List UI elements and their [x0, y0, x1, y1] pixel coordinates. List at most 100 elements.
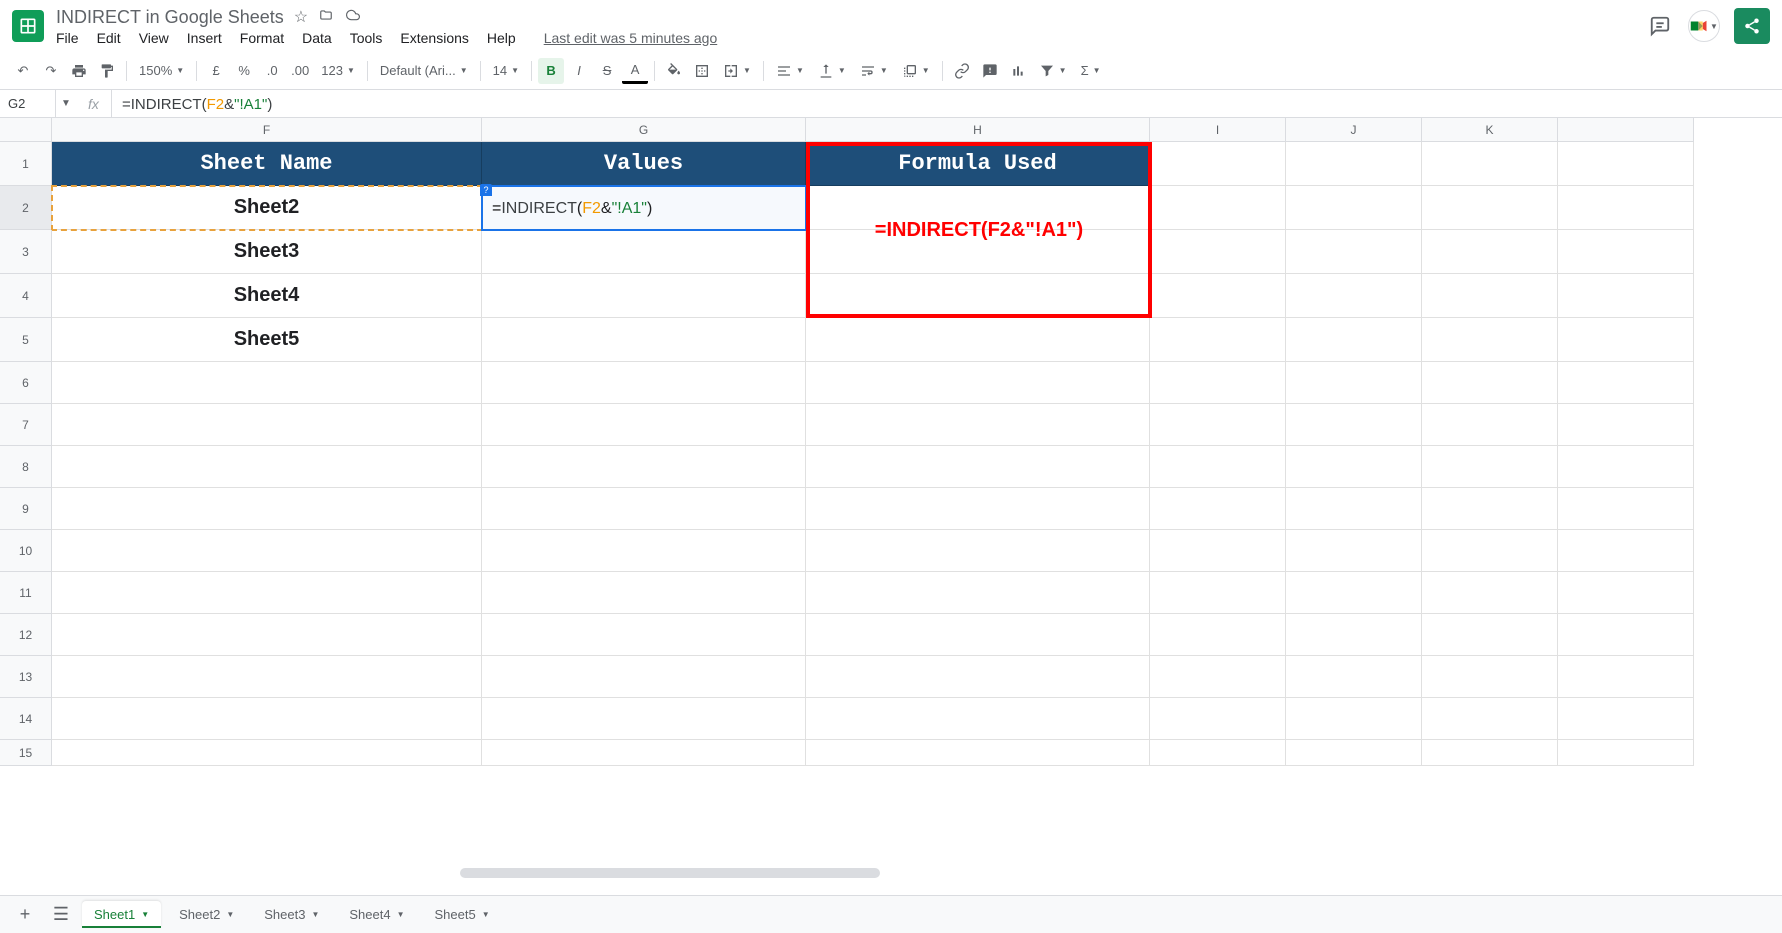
col-header-F[interactable]: F: [52, 118, 482, 142]
text-wrap-button[interactable]: ▼: [854, 58, 894, 84]
cell-H3[interactable]: [806, 230, 1150, 274]
number-format-dropdown[interactable]: 123▼: [315, 58, 361, 84]
row-header-13[interactable]: 13: [0, 656, 52, 698]
menu-view[interactable]: View: [139, 30, 169, 46]
merge-cells-button[interactable]: ▼: [717, 58, 757, 84]
cell-I13[interactable]: [1150, 656, 1286, 698]
cell-I6[interactable]: [1150, 362, 1286, 404]
cell-H2[interactable]: [806, 186, 1150, 230]
cell-F3[interactable]: Sheet3: [52, 230, 482, 274]
cell-G15[interactable]: [482, 740, 806, 766]
cell-H1[interactable]: Formula Used: [806, 142, 1150, 186]
cell-H14[interactable]: [806, 698, 1150, 740]
cell-H13[interactable]: [806, 656, 1150, 698]
col-header-blank[interactable]: [1558, 118, 1694, 142]
add-sheet-button[interactable]: +: [10, 900, 40, 930]
doc-title[interactable]: INDIRECT in Google Sheets: [56, 7, 284, 28]
cell-J1[interactable]: [1286, 142, 1422, 186]
row-header-6[interactable]: 6: [0, 362, 52, 404]
cell-H4[interactable]: [806, 274, 1150, 318]
cell-J2[interactable]: [1286, 186, 1422, 230]
cell-F12[interactable]: [52, 614, 482, 656]
cell-H5[interactable]: [806, 318, 1150, 362]
cell-G11[interactable]: [482, 572, 806, 614]
cell-L7[interactable]: [1558, 404, 1694, 446]
font-dropdown[interactable]: Default (Ari...▼: [374, 58, 474, 84]
row-header-15[interactable]: 15: [0, 740, 52, 766]
star-icon[interactable]: ☆: [294, 7, 308, 27]
cell-J13[interactable]: [1286, 656, 1422, 698]
menu-tools[interactable]: Tools: [350, 30, 383, 46]
cell-H8[interactable]: [806, 446, 1150, 488]
menu-extensions[interactable]: Extensions: [400, 30, 468, 46]
cell-F8[interactable]: [52, 446, 482, 488]
cell-I8[interactable]: [1150, 446, 1286, 488]
sheet-tab-3[interactable]: Sheet3▼: [252, 901, 331, 928]
row-header-7[interactable]: 7: [0, 404, 52, 446]
cell-J8[interactable]: [1286, 446, 1422, 488]
cell-L4[interactable]: [1558, 274, 1694, 318]
percent-button[interactable]: %: [231, 58, 257, 84]
cell-G5[interactable]: [482, 318, 806, 362]
cell-F11[interactable]: [52, 572, 482, 614]
cell-I1[interactable]: [1150, 142, 1286, 186]
sheet-tab-5[interactable]: Sheet5▼: [423, 901, 502, 928]
row-header-4[interactable]: 4: [0, 274, 52, 318]
insert-chart-button[interactable]: [1005, 58, 1031, 84]
filter-button[interactable]: ▼: [1033, 58, 1073, 84]
increase-decimal-button[interactable]: .00: [287, 58, 313, 84]
cell-K10[interactable]: [1422, 530, 1558, 572]
cell-L2[interactable]: [1558, 186, 1694, 230]
sheet-tab-4[interactable]: Sheet4▼: [337, 901, 416, 928]
strikethrough-button[interactable]: S: [594, 58, 620, 84]
cell-H11[interactable]: [806, 572, 1150, 614]
cell-G6[interactable]: [482, 362, 806, 404]
row-header-3[interactable]: 3: [0, 230, 52, 274]
cell-G12[interactable]: [482, 614, 806, 656]
cell-J5[interactable]: [1286, 318, 1422, 362]
cell-G3[interactable]: [482, 230, 806, 274]
share-button[interactable]: [1734, 8, 1770, 44]
horizontal-scrollbar[interactable]: [460, 868, 880, 878]
spreadsheet-grid[interactable]: F G H I J K 1 Sheet Name Values Formula …: [0, 118, 1782, 918]
cell-L10[interactable]: [1558, 530, 1694, 572]
row-header-9[interactable]: 9: [0, 488, 52, 530]
menu-help[interactable]: Help: [487, 30, 516, 46]
cell-L3[interactable]: [1558, 230, 1694, 274]
cell-G4[interactable]: [482, 274, 806, 318]
cell-I3[interactable]: [1150, 230, 1286, 274]
cell-J6[interactable]: [1286, 362, 1422, 404]
cell-J14[interactable]: [1286, 698, 1422, 740]
comment-history-icon[interactable]: [1646, 12, 1674, 40]
cell-H6[interactable]: [806, 362, 1150, 404]
row-header-11[interactable]: 11: [0, 572, 52, 614]
cell-H7[interactable]: [806, 404, 1150, 446]
cell-G8[interactable]: [482, 446, 806, 488]
row-header-5[interactable]: 5: [0, 318, 52, 362]
select-all-corner[interactable]: [0, 118, 52, 142]
cell-I11[interactable]: [1150, 572, 1286, 614]
cell-K15[interactable]: [1422, 740, 1558, 766]
formula-help-icon[interactable]: ?: [480, 184, 492, 196]
vertical-align-button[interactable]: ▼: [812, 58, 852, 84]
row-header-12[interactable]: 12: [0, 614, 52, 656]
cell-L5[interactable]: [1558, 318, 1694, 362]
cell-F9[interactable]: [52, 488, 482, 530]
col-header-H[interactable]: H: [806, 118, 1150, 142]
insert-comment-button[interactable]: [977, 58, 1003, 84]
cell-J10[interactable]: [1286, 530, 1422, 572]
cell-F6[interactable]: [52, 362, 482, 404]
cell-I14[interactable]: [1150, 698, 1286, 740]
zoom-dropdown[interactable]: 150%▼: [133, 58, 190, 84]
text-rotation-button[interactable]: ▼: [896, 58, 936, 84]
cell-F14[interactable]: [52, 698, 482, 740]
cell-J15[interactable]: [1286, 740, 1422, 766]
col-header-G[interactable]: G: [482, 118, 806, 142]
cell-J4[interactable]: [1286, 274, 1422, 318]
cell-F15[interactable]: [52, 740, 482, 766]
cell-K12[interactable]: [1422, 614, 1558, 656]
name-box[interactable]: G2: [0, 90, 56, 117]
row-header-10[interactable]: 10: [0, 530, 52, 572]
cell-I2[interactable]: [1150, 186, 1286, 230]
cell-I15[interactable]: [1150, 740, 1286, 766]
